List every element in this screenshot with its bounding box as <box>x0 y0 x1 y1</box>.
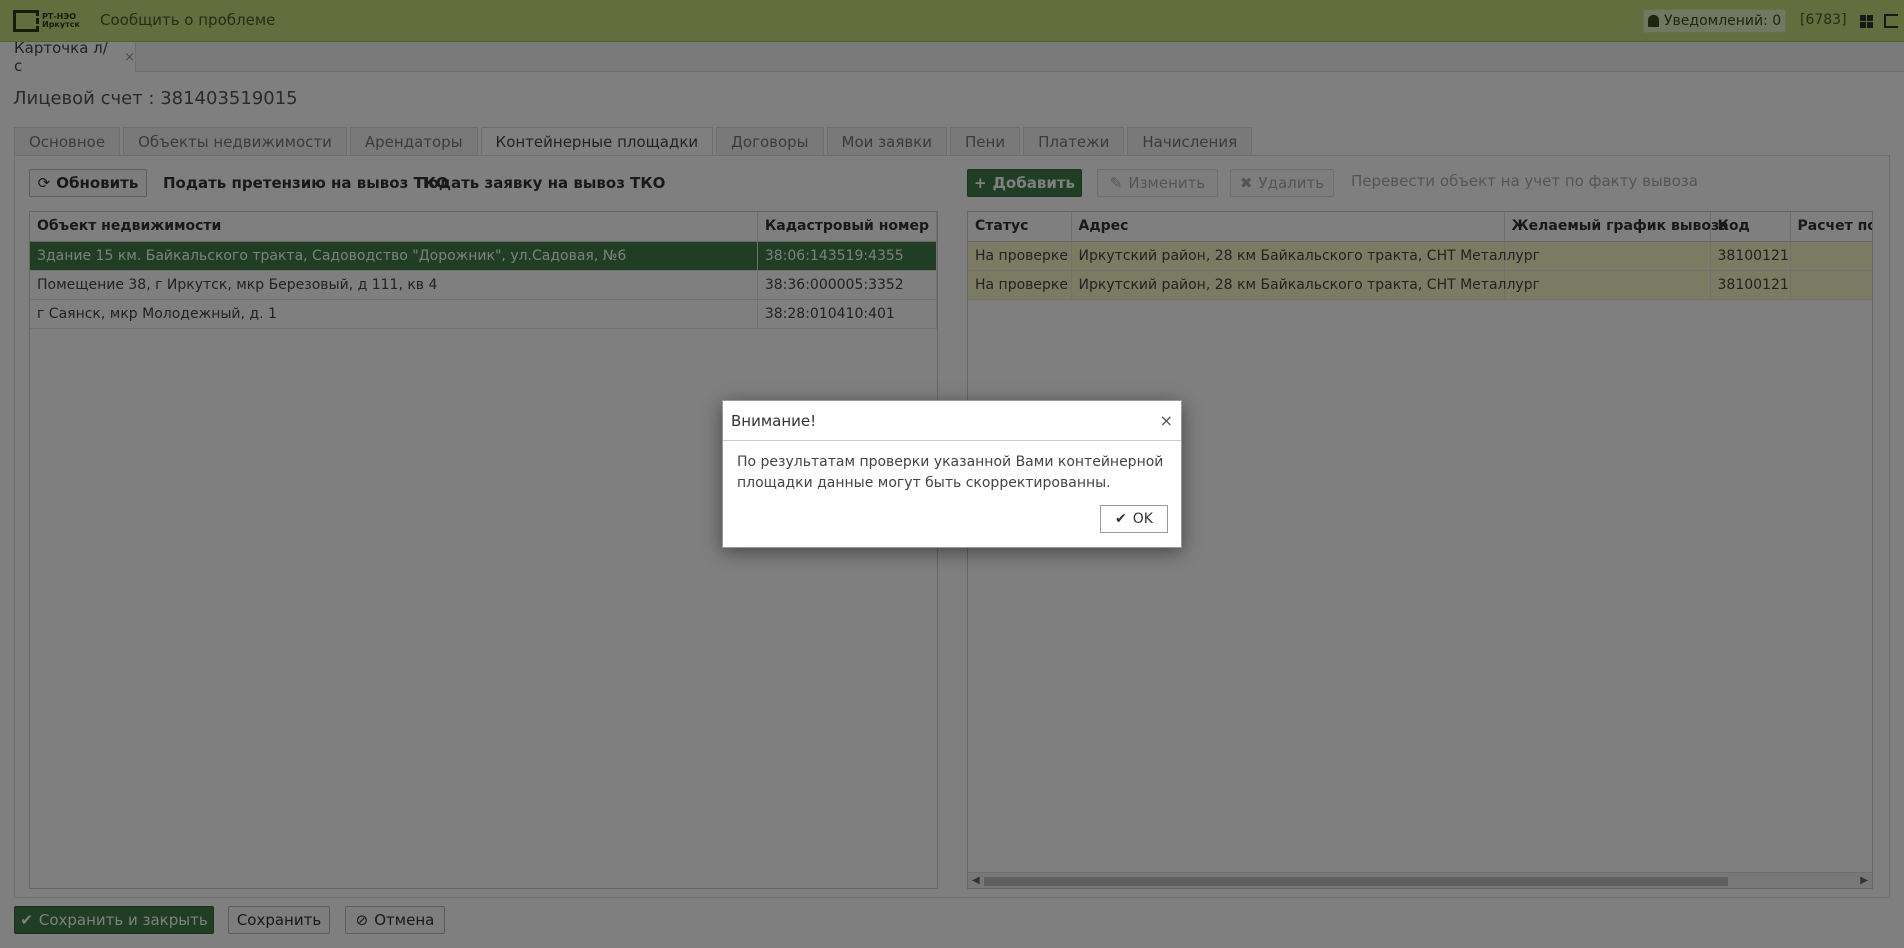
close-icon[interactable]: × <box>1160 411 1173 430</box>
dialog-message: По результатам проверки указанной Вами к… <box>737 454 1164 491</box>
check-icon: ✔ <box>1115 511 1127 527</box>
dialog-header: Внимание! × <box>723 401 1181 441</box>
ok-button-label: OK <box>1132 511 1153 527</box>
dialog-title: Внимание! <box>731 411 817 430</box>
ok-button[interactable]: ✔ OK <box>1100 505 1168 533</box>
alert-dialog: Внимание! × По результатам проверки указ… <box>722 400 1182 548</box>
